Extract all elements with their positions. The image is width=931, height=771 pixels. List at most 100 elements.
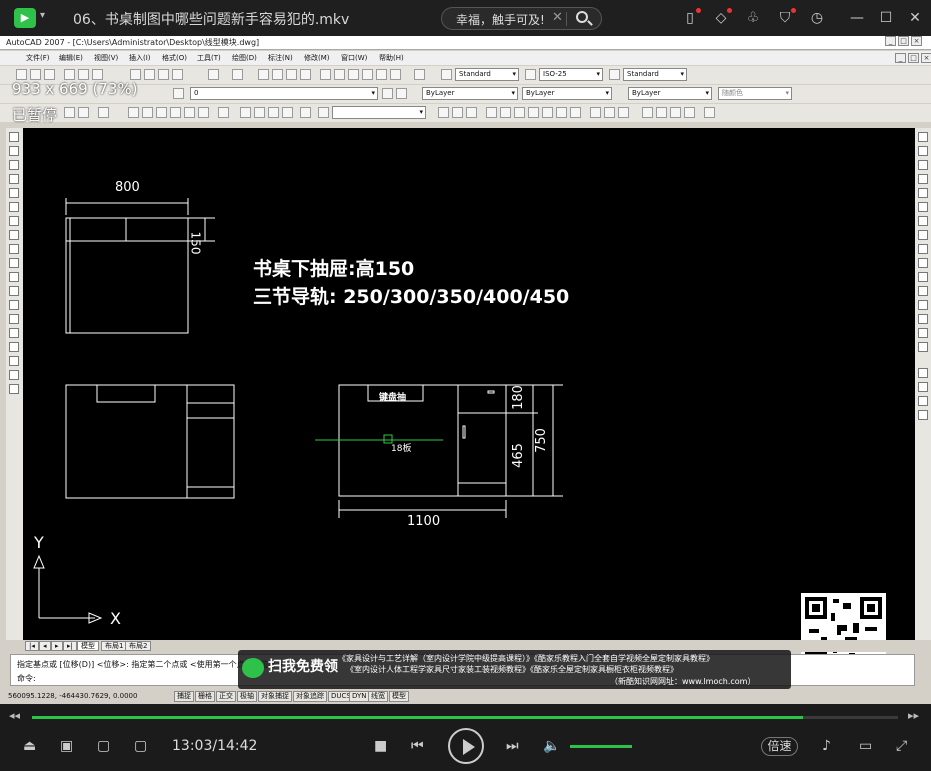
section-icon[interactable] <box>704 107 715 118</box>
clear-search-icon[interactable]: ✕ <box>552 10 563 25</box>
publish-icon[interactable] <box>92 69 103 80</box>
menu-view[interactable]: 视图(V) <box>94 53 118 63</box>
notification-icon[interactable]: ◇ <box>712 8 732 27</box>
status-model[interactable]: 模型 <box>389 691 409 702</box>
doc-minimize-icon[interactable]: _ <box>895 53 906 63</box>
view-select[interactable] <box>332 106 426 119</box>
revcloud-tool-icon[interactable] <box>9 230 19 240</box>
history-icon[interactable]: ◷ <box>808 9 826 27</box>
region-tool-icon[interactable] <box>9 356 19 366</box>
pan-icon[interactable] <box>258 69 269 80</box>
subtract-icon[interactable] <box>656 107 667 118</box>
chamfer-tool-icon[interactable] <box>918 314 928 324</box>
render-icon[interactable] <box>64 107 75 118</box>
solid-box-icon[interactable] <box>500 107 511 118</box>
menu-dimension[interactable]: 标注(N) <box>268 53 293 63</box>
redo-icon[interactable] <box>232 69 243 80</box>
volume-icon[interactable]: 🔈 <box>543 738 560 754</box>
slice-icon[interactable] <box>618 107 629 118</box>
help-icon[interactable] <box>414 69 425 80</box>
menu-window[interactable]: 窗口(W) <box>341 53 367 63</box>
doc-close-icon[interactable]: × <box>921 53 931 63</box>
status-grid[interactable]: 栅格 <box>195 691 215 702</box>
draworder-back-icon[interactable] <box>918 396 928 406</box>
make-current-icon[interactable] <box>382 88 393 99</box>
intersect-icon[interactable] <box>670 107 681 118</box>
named-views-icon[interactable] <box>318 107 329 118</box>
status-ortho[interactable]: 正交 <box>216 691 236 702</box>
zoom-realtime-icon[interactable] <box>272 69 283 80</box>
sheetset-icon[interactable] <box>362 69 373 80</box>
extend-tool-icon[interactable] <box>918 272 928 282</box>
fillet-tool-icon[interactable] <box>918 328 928 338</box>
arc-tool-icon[interactable] <box>9 202 19 212</box>
plot-icon[interactable] <box>64 69 75 80</box>
view-front-icon[interactable] <box>184 107 195 118</box>
view-top-icon[interactable] <box>128 107 139 118</box>
menu-draw[interactable]: 绘图(D) <box>232 53 257 63</box>
toolpalette-icon[interactable] <box>348 69 359 80</box>
calculator-icon[interactable] <box>390 69 401 80</box>
rewind-icon[interactable]: ◂◂ <box>9 709 20 722</box>
offset-tool-icon[interactable] <box>918 174 928 184</box>
break-tool-icon[interactable] <box>918 286 928 296</box>
volume-slider[interactable] <box>570 745 632 748</box>
layer-select[interactable]: 0 <box>190 87 378 100</box>
explode-tool-icon[interactable] <box>918 342 928 352</box>
video-frame[interactable]: AutoCAD 2007 - [C:\Users\Administrator\D… <box>0 36 931 704</box>
doc-maximize-icon[interactable]: □ <box>908 53 919 63</box>
array-tool-icon[interactable] <box>918 188 928 198</box>
mtext-tool-icon[interactable] <box>9 384 19 394</box>
command-prompt[interactable]: 命令: <box>17 673 36 684</box>
dim-style-icon[interactable] <box>525 69 536 80</box>
solid-sphere-icon[interactable] <box>514 107 525 118</box>
paste-icon[interactable] <box>158 69 169 80</box>
speed-button[interactable]: 倍速 <box>761 737 798 756</box>
subtitle-icon[interactable]: ▣ <box>60 738 73 754</box>
gradient-tool-icon[interactable] <box>9 342 19 352</box>
camera-icon[interactable] <box>300 107 311 118</box>
search-box[interactable]: 幸福，触手可及! ✕ <box>441 7 602 30</box>
spline-tool-icon[interactable] <box>9 244 19 254</box>
properties-icon[interactable] <box>320 69 331 80</box>
revolve-icon[interactable] <box>604 107 615 118</box>
tab-layout1[interactable]: 布局1 <box>101 641 128 651</box>
view-iso3-icon[interactable] <box>254 107 265 118</box>
view-bottom-icon[interactable] <box>142 107 153 118</box>
table-style-select[interactable]: Standard <box>623 68 687 81</box>
matchprop-icon[interactable] <box>172 69 183 80</box>
extrude-icon[interactable] <box>590 107 601 118</box>
status-polar[interactable]: 极轴 <box>237 691 257 702</box>
close-icon[interactable]: ✕ <box>906 9 924 27</box>
stop-icon[interactable]: ■ <box>374 738 387 754</box>
view-iso4-icon[interactable] <box>268 107 279 118</box>
table-style-icon[interactable] <box>609 69 620 80</box>
draworder-tool-icon[interactable] <box>918 368 928 378</box>
view-iso1-icon[interactable] <box>218 107 229 118</box>
acad-minimize-icon[interactable]: _ <box>885 36 896 46</box>
menu-help[interactable]: 帮助(H) <box>379 53 404 63</box>
tab-model[interactable]: 模型 <box>77 641 99 651</box>
solid-cone-icon[interactable] <box>542 107 553 118</box>
trim-tool-icon[interactable] <box>918 258 928 268</box>
solid-torus-icon[interactable] <box>570 107 581 118</box>
rotate-tool-icon[interactable] <box>918 216 928 226</box>
lineweight-select[interactable]: ByLayer <box>628 87 712 100</box>
solid-cylinder-icon[interactable] <box>528 107 539 118</box>
dim-style-select[interactable]: ISO-25 <box>539 68 603 81</box>
search-icon[interactable] <box>576 11 588 23</box>
fullscreen-icon[interactable]: ⤢ <box>896 738 907 754</box>
stretch-tool-icon[interactable] <box>918 244 928 254</box>
search-input[interactable]: 幸福，触手可及! <box>456 11 545 28</box>
view-back-icon[interactable] <box>198 107 209 118</box>
preview-icon[interactable] <box>78 69 89 80</box>
polygon-tool-icon[interactable] <box>9 174 19 184</box>
minimize-icon[interactable]: — <box>848 9 866 27</box>
settings-icon[interactable]: ♪ <box>822 738 831 754</box>
open-icon[interactable] <box>30 69 41 80</box>
save-icon[interactable] <box>44 69 55 80</box>
mirror-tool-icon[interactable] <box>918 160 928 170</box>
tab-nav-prev[interactable]: ◂ <box>39 641 51 651</box>
copy-icon[interactable] <box>144 69 155 80</box>
status-dyn[interactable]: DYN <box>349 691 370 702</box>
